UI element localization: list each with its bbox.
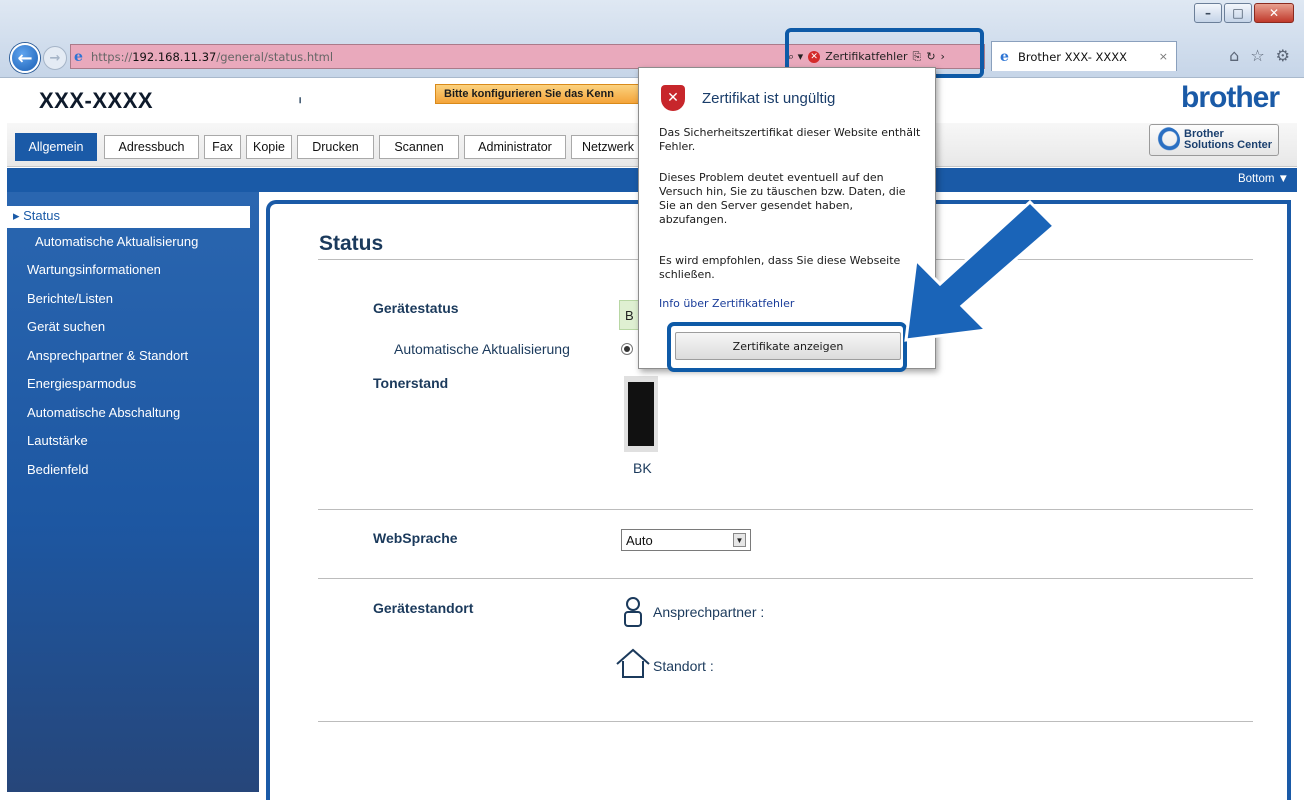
cert-error-popup: ✕ Zertifikat ist ungültig Das Sicherheit…: [638, 67, 936, 369]
ie-tab-icon: e: [1000, 48, 1009, 65]
stop-icon[interactable]: ›: [941, 50, 945, 63]
home-location-icon: [615, 647, 651, 679]
location-label: Gerätestandort: [373, 600, 474, 616]
tab-netzwerk[interactable]: Netzwerk: [571, 135, 645, 159]
toner-level-fill: [628, 382, 654, 446]
brother-logo: brother: [1181, 81, 1280, 114]
page-title: Status: [319, 232, 384, 255]
url-path: /general/status.html: [216, 49, 334, 64]
tab-adressbuch[interactable]: Adressbuch: [104, 135, 199, 159]
config-warning-banner[interactable]: Bitte konfigurieren Sie das Kenn: [435, 84, 645, 104]
browser-tab[interactable]: e Brother XXX- XXXX ×: [991, 41, 1177, 71]
device-status-label: Gerätestatus: [373, 300, 459, 316]
address-bar-tools: ⌕ ▾ ✕ Zertifikatfehler ⎘ ↻ ›: [788, 44, 980, 69]
cert-error-button[interactable]: Zertifikatfehler: [825, 50, 907, 63]
toner-gauge: [624, 376, 658, 452]
websprache-select[interactable]: Auto ▼: [621, 529, 751, 551]
location-value-label: Standort :: [653, 658, 714, 674]
model-name: XXX-XXXX: [39, 88, 154, 113]
forward-button[interactable]: →: [43, 46, 67, 70]
tab-fax[interactable]: Fax: [204, 135, 241, 159]
divider: [318, 721, 1253, 722]
cert-error-icon[interactable]: ✕: [808, 50, 821, 63]
websprache-value: Auto: [626, 533, 653, 548]
shield-error-icon: ✕: [661, 85, 685, 111]
chrome-toolbar: ⌂ ☆ ⚙: [1229, 46, 1290, 65]
websprache-label: WebSprache: [373, 530, 458, 546]
auto-update-label: Automatische Aktualisierung: [394, 341, 570, 357]
close-window-button[interactable]: ✕: [1254, 3, 1294, 23]
solutions-line2: Solutions Center: [1184, 139, 1273, 151]
minimize-button[interactable]: –: [1194, 3, 1222, 23]
gear-icon[interactable]: ⚙: [1276, 46, 1290, 65]
back-button[interactable]: ←: [10, 43, 40, 73]
sidebar-item-auto-off[interactable]: Automatische Abschaltung: [27, 405, 180, 420]
chevron-down-icon[interactable]: ▼: [733, 533, 746, 547]
pointer-arrow-icon: [904, 199, 1057, 342]
tab-allgemein[interactable]: Allgemein: [15, 133, 97, 161]
sidebar-item-find-device[interactable]: Gerät suchen: [27, 319, 105, 334]
sidebar-item-status[interactable]: ▸ Status: [7, 206, 250, 228]
search-icon[interactable]: ⌕ ▾: [788, 50, 803, 64]
view-certificates-button[interactable]: Zertifikate anzeigen: [675, 332, 901, 360]
tab-kopie[interactable]: Kopie: [246, 135, 292, 159]
tab-scannen[interactable]: Scannen: [379, 135, 459, 159]
home-icon[interactable]: ⌂: [1229, 46, 1239, 65]
url-host: 192.168.11.37: [132, 49, 217, 64]
sidebar-item-reports[interactable]: Berichte/Listen: [27, 291, 113, 306]
auto-update-radio[interactable]: [621, 343, 633, 355]
sidebar-item-volume[interactable]: Lautstärke: [27, 433, 88, 448]
tab-close-icon[interactable]: ×: [1159, 50, 1168, 63]
ie-page-icon: e: [74, 49, 83, 65]
browser-tab-title: Brother XXX- XXXX: [1018, 49, 1128, 64]
window-controls: – □ ✕: [1194, 3, 1294, 23]
sidebar-item-contact-location[interactable]: Ansprechpartner & Standort: [27, 348, 188, 363]
popup-text-3: Es wird empfohlen, dass Sie diese Websei…: [659, 254, 901, 281]
header-mark: ₗ: [299, 91, 302, 106]
bottom-link[interactable]: Bottom ▼: [1238, 173, 1289, 185]
toner-name: BK: [633, 460, 652, 476]
person-icon: [621, 596, 645, 628]
solutions-center-button[interactable]: Brother Solutions Center: [1149, 124, 1279, 156]
solutions-swirl-icon: [1154, 127, 1180, 153]
contact-label: Ansprechpartner :: [653, 604, 765, 620]
sidebar: ▸ Status Automatische Aktualisierung War…: [7, 192, 259, 792]
popup-text-1: Das Sicherheitszertifikat dieser Website…: [659, 126, 921, 153]
divider: [318, 509, 1253, 510]
popup-text-2: Dieses Problem deutet eventuell auf den …: [659, 171, 906, 226]
favorites-star-icon[interactable]: ☆: [1250, 46, 1264, 65]
popup-title: Zertifikat ist ungültig: [702, 90, 836, 107]
url-scheme: https://: [91, 49, 133, 64]
toner-label: Tonerstand: [373, 375, 449, 391]
sidebar-item-panel[interactable]: Bedienfeld: [27, 462, 88, 477]
tab-administrator[interactable]: Administrator: [464, 135, 566, 159]
sidebar-item-energy[interactable]: Energiesparmodus: [27, 376, 136, 391]
sidebar-item-auto-update[interactable]: Automatische Aktualisierung: [35, 234, 198, 249]
divider: [318, 578, 1253, 579]
tab-drucken[interactable]: Drucken: [297, 135, 374, 159]
sidebar-item-maintenance[interactable]: Wartungsinformationen: [27, 262, 161, 277]
refresh-icon[interactable]: ↻: [926, 50, 935, 63]
cert-info-link[interactable]: Info über Zertifikatfehler: [659, 297, 794, 310]
compat-icon[interactable]: ⎘: [913, 50, 922, 64]
maximize-button[interactable]: □: [1224, 3, 1252, 23]
